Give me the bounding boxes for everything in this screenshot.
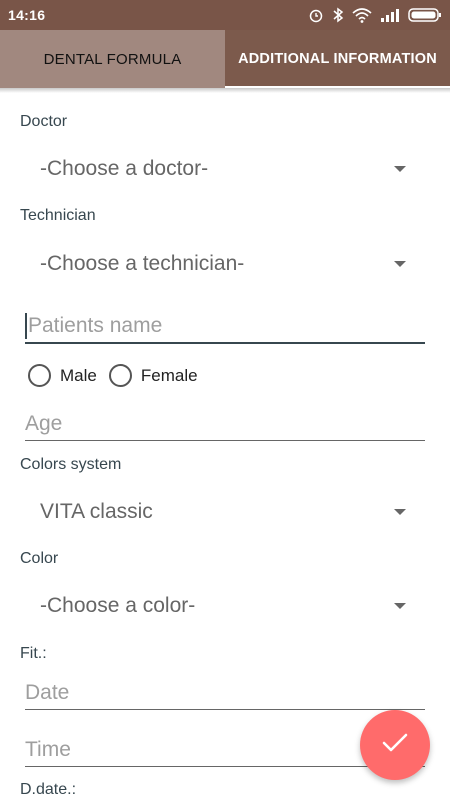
gender-radio-group: Male Female bbox=[28, 364, 210, 387]
text-cursor bbox=[25, 313, 27, 339]
status-icons bbox=[308, 6, 442, 24]
d-date-label: D.date.: bbox=[20, 781, 77, 798]
technician-dropdown[interactable]: -Choose a technician- bbox=[40, 246, 410, 282]
status-bar: 14:16 bbox=[0, 0, 450, 30]
radio-circle-icon bbox=[108, 364, 132, 387]
doctor-dropdown-value: -Choose a doctor- bbox=[40, 157, 209, 180]
chevron-down-icon bbox=[394, 166, 406, 172]
fit-time-placeholder: Time bbox=[25, 737, 71, 761]
technician-label: Technician bbox=[20, 207, 96, 224]
wifi-icon bbox=[352, 7, 372, 23]
bluetooth-icon bbox=[332, 7, 344, 23]
chevron-down-icon bbox=[394, 261, 406, 267]
fit-date-input[interactable]: Date bbox=[25, 676, 425, 710]
confirm-fab-button[interactable] bbox=[360, 710, 430, 780]
fit-label: Fit.: bbox=[20, 645, 47, 662]
color-dropdown[interactable]: -Choose a color- bbox=[40, 588, 410, 624]
tab-additional-information[interactable]: ADDITIONAL INFORMATION bbox=[225, 30, 450, 88]
patient-name-input[interactable]: Patients name bbox=[25, 310, 425, 344]
technician-dropdown-value: -Choose a technician- bbox=[40, 252, 245, 275]
colors-system-dropdown[interactable]: VITA classic bbox=[40, 494, 410, 530]
color-label: Color bbox=[20, 550, 59, 567]
colors-system-label: Colors system bbox=[20, 456, 122, 473]
male-label: Male bbox=[60, 365, 97, 385]
chevron-down-icon bbox=[394, 603, 406, 609]
patient-name-placeholder: Patients name bbox=[28, 314, 163, 337]
female-radio[interactable]: Female bbox=[108, 364, 198, 387]
alarm-icon bbox=[308, 7, 324, 23]
age-input[interactable]: Age bbox=[25, 407, 425, 441]
tab-dental-formula[interactable]: DENTAL FORMULA bbox=[0, 30, 225, 88]
check-icon bbox=[382, 733, 408, 758]
colors-system-dropdown-value: VITA classic bbox=[40, 500, 153, 523]
age-placeholder: Age bbox=[25, 411, 63, 435]
doctor-dropdown[interactable]: -Choose a doctor- bbox=[40, 151, 410, 187]
color-dropdown-value: -Choose a color- bbox=[40, 594, 196, 617]
tab-bar-shadow bbox=[0, 88, 450, 93]
tab-bar: DENTAL FORMULA ADDITIONAL INFORMATION bbox=[0, 30, 450, 88]
male-radio[interactable]: Male bbox=[28, 364, 97, 387]
female-label: Female bbox=[140, 365, 198, 385]
radio-circle-icon bbox=[28, 364, 51, 387]
battery-icon bbox=[408, 7, 442, 23]
chevron-down-icon bbox=[394, 509, 406, 515]
signal-icon bbox=[380, 8, 400, 22]
fit-date-placeholder: Date bbox=[25, 680, 70, 704]
status-time: 14:16 bbox=[8, 7, 46, 23]
doctor-label: Doctor bbox=[20, 113, 68, 130]
